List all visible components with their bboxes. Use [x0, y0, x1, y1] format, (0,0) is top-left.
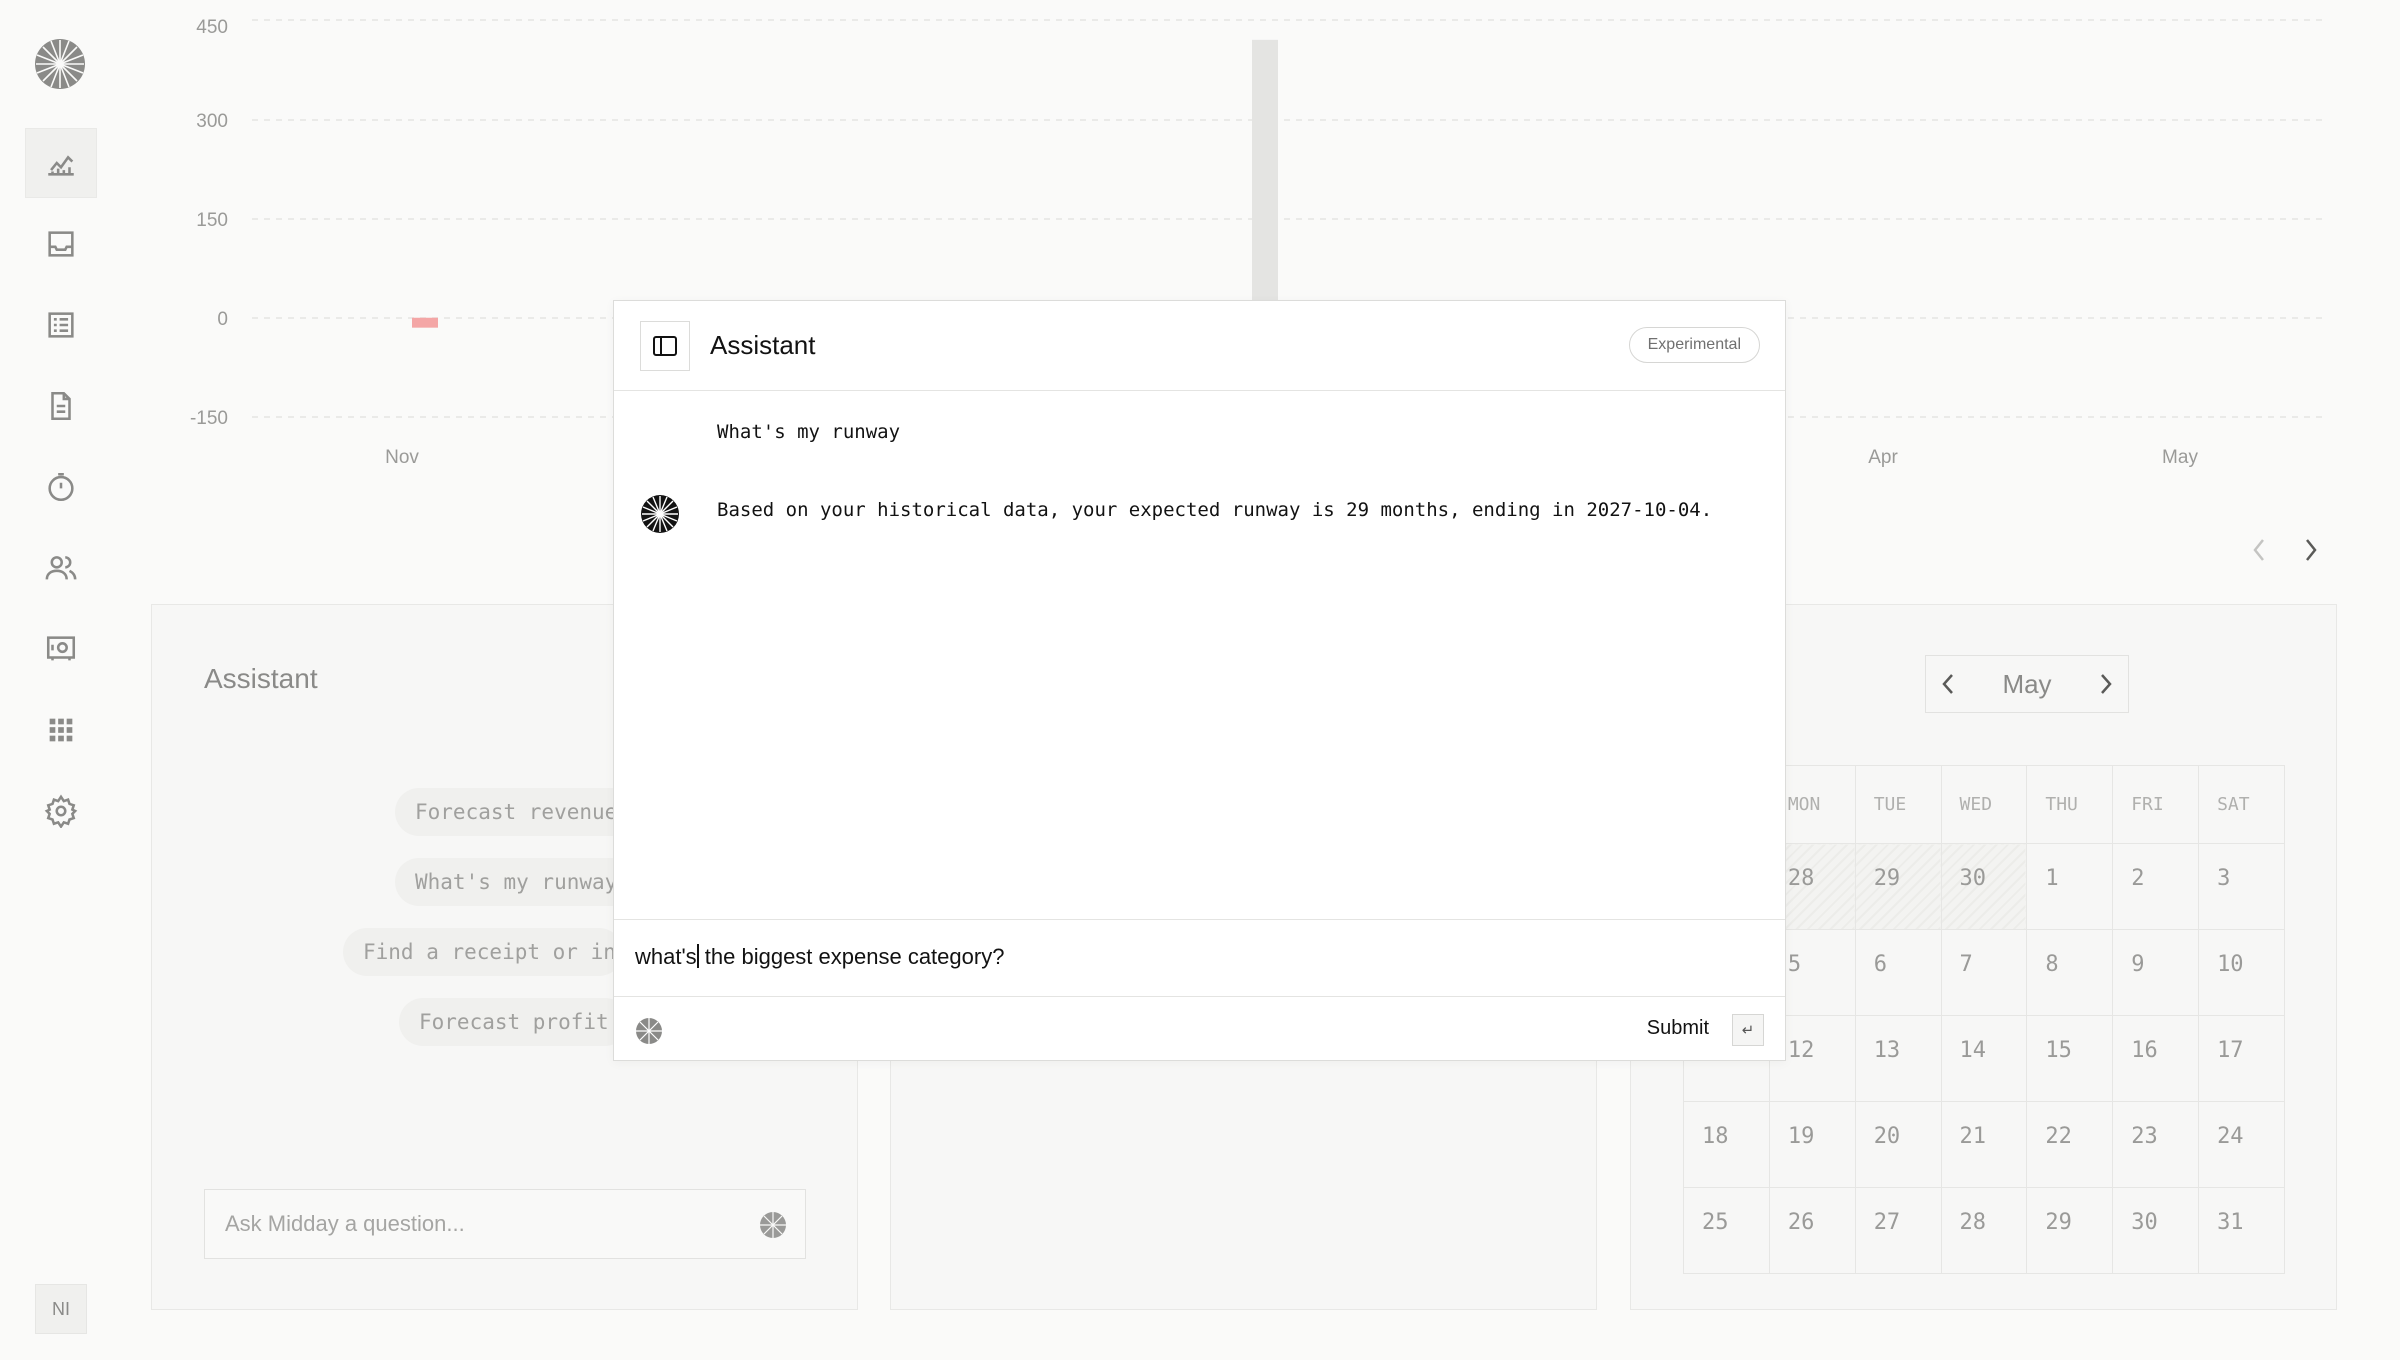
y-tick: 150 — [196, 210, 228, 231]
enter-key-icon[interactable]: ↵ — [1732, 1014, 1764, 1046]
x-tick: May — [2162, 447, 2198, 468]
suggestion-chip[interactable]: Forecast profit — [399, 998, 629, 1046]
modal-title: Assistant — [710, 330, 816, 360]
gear-icon — [44, 794, 78, 828]
sidebar-item-apps[interactable] — [25, 695, 97, 765]
calendar-day[interactable]: 26 — [1768, 1187, 1856, 1274]
sidebar-item-invoices[interactable] — [25, 371, 97, 441]
calendar-day[interactable]: 3 — [2198, 843, 2285, 930]
calendar-day[interactable]: 27 — [1854, 1187, 1942, 1274]
calendar-day[interactable]: 30 — [2112, 1187, 2200, 1274]
month-label: May — [2002, 668, 2052, 699]
sidebar-panel-icon — [653, 336, 677, 356]
weekday-header: WED — [1940, 765, 2028, 844]
calendar-day[interactable]: 21 — [1940, 1101, 2028, 1188]
calendar-day[interactable]: 13 — [1854, 1015, 1942, 1102]
stopwatch-icon — [48, 472, 74, 502]
calendar-day[interactable]: 9 — [2112, 929, 2200, 1016]
list-icon — [48, 312, 74, 338]
ask-placeholder: Ask Midday a question... — [225, 1211, 465, 1236]
chat-input[interactable]: what's the biggest expense category? — [614, 919, 1785, 997]
calendar-day[interactable]: 19 — [1768, 1101, 1856, 1188]
midday-bot-avatar-icon — [641, 495, 679, 533]
assistant-card-title: Assistant — [204, 663, 318, 694]
sidebar-item-vault[interactable] — [25, 614, 97, 684]
user-message: What's my runway — [717, 421, 901, 443]
sidebar-item-transactions[interactable] — [25, 290, 97, 360]
sidebar-toggle-button[interactable] — [640, 321, 690, 371]
calendar-day[interactable]: 17 — [2198, 1015, 2285, 1102]
assistant-modal: Assistant Experimental What's my runway … — [613, 300, 1786, 1061]
midday-spinner-icon — [760, 1212, 786, 1238]
calendar-day[interactable]: 25 — [1683, 1187, 1770, 1274]
suggestion-chip[interactable]: What's my runway — [395, 858, 638, 906]
month-selector: May — [1925, 655, 2129, 713]
sidebar-item-settings[interactable] — [25, 776, 97, 846]
chevron-right-icon — [2306, 539, 2317, 561]
calendar-day[interactable]: 2 — [2112, 843, 2200, 930]
x-tick: Nov — [385, 447, 419, 468]
weekday-header: TUE — [1854, 765, 1942, 844]
sidebar-item-customers[interactable] — [25, 533, 97, 603]
grid-icon — [49, 718, 73, 742]
chat-input-value[interactable]: what's the biggest expense category? — [635, 944, 1004, 970]
chevron-left-icon — [2253, 539, 2264, 561]
calendar-day[interactable]: 14 — [1940, 1015, 2028, 1102]
calendar-day[interactable]: 29 — [1854, 843, 1942, 930]
sidebar: NI — [0, 0, 122, 1360]
assistant-message: Based on your historical data, your expe… — [717, 499, 1713, 521]
chevron-left-icon[interactable] — [1940, 672, 1956, 696]
calendar-day[interactable]: 6 — [1854, 929, 1942, 1016]
chart-next-button[interactable] — [2296, 530, 2326, 570]
suggestion-chip[interactable]: Forecast revenue — [395, 788, 638, 836]
calendar-day[interactable]: 15 — [2026, 1015, 2114, 1102]
calendar-day[interactable]: 30 — [1940, 843, 2028, 930]
input-text-before-caret: what's — [635, 944, 697, 969]
inbox-tray-icon — [48, 231, 74, 257]
y-tick: 300 — [196, 111, 228, 132]
calendar-day[interactable]: 16 — [2112, 1015, 2200, 1102]
x-tick: Apr — [1868, 447, 1898, 468]
sidebar-item-overview[interactable] — [25, 128, 97, 198]
weekday-header: FRI — [2112, 765, 2200, 844]
calendar-day[interactable]: 28 — [1940, 1187, 2028, 1274]
suggestion-chip[interactable]: Find a receipt or invo — [343, 928, 623, 976]
experimental-badge: Experimental — [1628, 327, 1760, 363]
calendar-day[interactable]: 18 — [1683, 1101, 1770, 1188]
calendar-day[interactable]: 29 — [2026, 1187, 2114, 1274]
safe-icon — [46, 636, 76, 661]
y-tick: 0 — [217, 309, 228, 330]
weekday-header: THU — [2026, 765, 2114, 844]
ask-input[interactable]: Ask Midday a question... — [204, 1189, 806, 1259]
midday-logo-icon[interactable] — [34, 38, 86, 90]
chevron-right-icon[interactable] — [2098, 672, 2114, 696]
chart-line-icon — [48, 155, 74, 176]
weekday-header: SAT — [2198, 765, 2285, 844]
calendar-day[interactable]: 22 — [2026, 1101, 2114, 1188]
modal-header: Assistant Experimental — [614, 301, 1785, 391]
calendar-day[interactable]: 10 — [2198, 929, 2285, 1016]
users-icon — [45, 556, 77, 580]
sidebar-item-inbox[interactable] — [25, 209, 97, 279]
calendar-day[interactable]: 24 — [2198, 1101, 2285, 1188]
calendar-day[interactable]: 8 — [2026, 929, 2114, 1016]
y-tick: -150 — [190, 408, 228, 429]
sidebar-item-tracker[interactable] — [25, 452, 97, 522]
document-icon — [51, 391, 71, 421]
midday-spinner-icon — [636, 1018, 662, 1044]
calendar-day[interactable]: 1 — [2026, 843, 2114, 930]
calendar-day[interactable]: 23 — [2112, 1101, 2200, 1188]
user-avatar[interactable]: NI — [35, 1284, 87, 1334]
input-text-after-caret: the biggest expense category? — [698, 944, 1005, 969]
calendar-day[interactable]: 20 — [1854, 1101, 1942, 1188]
avatar-initials: NI — [52, 1298, 70, 1319]
y-tick: 450 — [196, 17, 228, 38]
chart-prev-button[interactable] — [2244, 530, 2274, 570]
bar-nov[interactable] — [412, 317, 438, 328]
submit-button[interactable]: Submit — [1647, 1017, 1709, 1040]
calendar-day[interactable]: 7 — [1940, 929, 2028, 1016]
calendar-day[interactable]: 31 — [2198, 1187, 2285, 1274]
bar-feb[interactable] — [1252, 39, 1278, 318]
